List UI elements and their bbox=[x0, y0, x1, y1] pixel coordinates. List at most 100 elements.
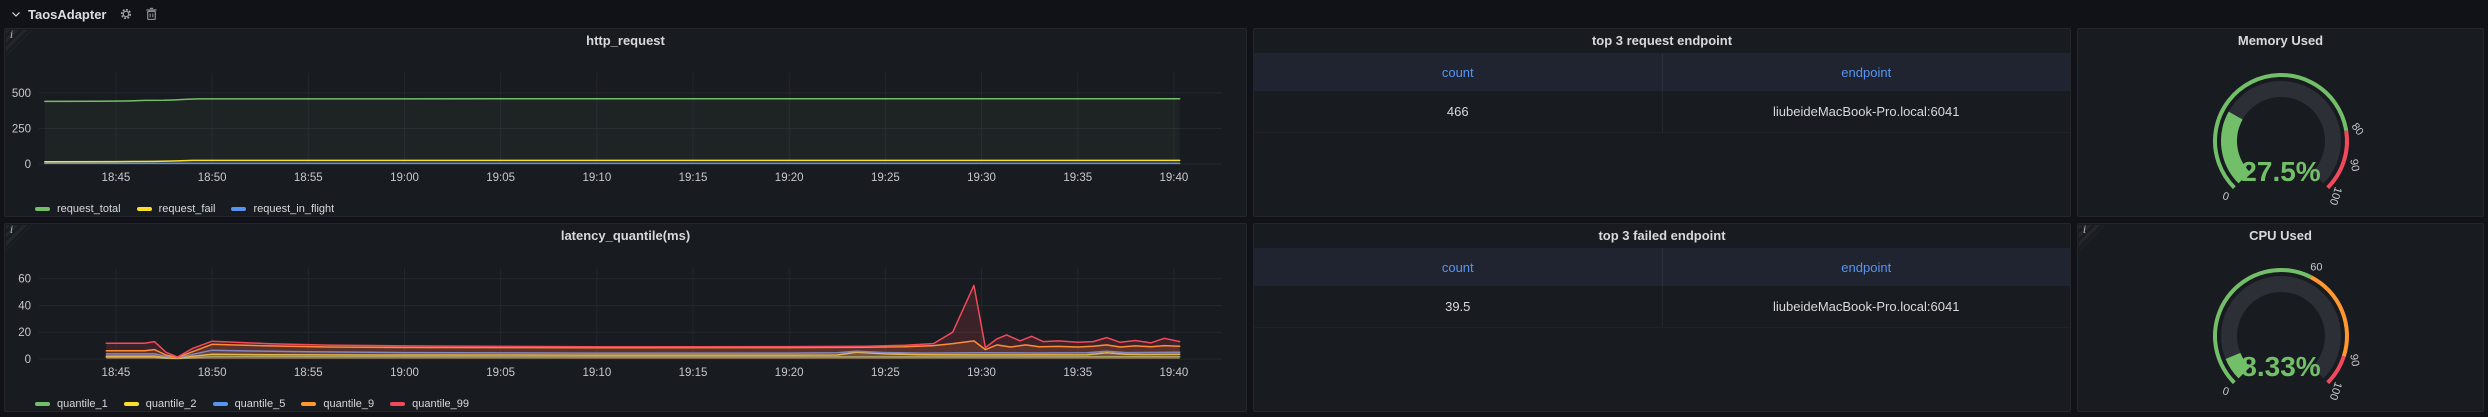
legend-item-quantile_2[interactable]: quantile_2 bbox=[124, 398, 197, 410]
legend-label: request_fail bbox=[159, 203, 216, 215]
dashboard-row-header: TaosAdapter bbox=[0, 0, 2488, 28]
panel-title[interactable]: top 3 failed endpoint bbox=[1254, 224, 2070, 248]
legend-label: request_in_flight bbox=[253, 203, 334, 215]
info-i-glyph: i bbox=[10, 225, 13, 236]
panel-title[interactable]: latency_quantile(ms) bbox=[5, 224, 1246, 248]
x-axis-tick-label: 19:10 bbox=[582, 172, 611, 184]
row-collapse-toggle[interactable]: TaosAdapter bbox=[10, 7, 107, 22]
x-axis-tick-label: 19:25 bbox=[871, 367, 900, 379]
table-row: 39.5 liubeideMacBook-Pro.local:6041 bbox=[1254, 286, 2070, 328]
legend-swatch bbox=[35, 207, 50, 211]
gauge-container: 0809010027.5% bbox=[2078, 55, 2483, 215]
chart-legend: request_total request_fail request_in_flig… bbox=[5, 199, 1246, 217]
legend-item-quantile_9[interactable]: quantile_9 bbox=[301, 398, 374, 410]
x-axis-tick-label: 19:15 bbox=[679, 172, 708, 184]
trash-icon[interactable] bbox=[145, 7, 158, 21]
panel-top-request-endpoint: top 3 request endpoint count endpoint 46… bbox=[1253, 28, 2071, 217]
x-axis-tick-label: 19:00 bbox=[390, 367, 419, 379]
legend-label: request_total bbox=[57, 203, 121, 215]
y-axis-tick-label: 250 bbox=[12, 123, 31, 135]
panel-title[interactable]: Memory Used bbox=[2078, 29, 2483, 53]
gauge-tick-label: 0 bbox=[2221, 384, 2231, 397]
x-axis-tick-label: 19:40 bbox=[1160, 172, 1189, 184]
table-cell-endpoint: liubeideMacBook-Pro.local:6041 bbox=[1662, 286, 2071, 327]
x-axis-tick-label: 19:15 bbox=[679, 367, 708, 379]
panel-cpu-used: i CPU Used 060901008.33% bbox=[2077, 223, 2484, 412]
memory-gauge: 0809010027.5% bbox=[2151, 55, 2411, 207]
legend-swatch bbox=[231, 207, 246, 211]
x-axis-tick-label: 19:30 bbox=[967, 172, 996, 184]
gauge-tick-label: 60 bbox=[2310, 262, 2322, 274]
table-header-endpoint[interactable]: endpoint bbox=[1662, 53, 2071, 91]
table-header-row: count endpoint bbox=[1254, 53, 2070, 91]
panel-title[interactable]: top 3 request endpoint bbox=[1254, 29, 2070, 53]
x-axis-tick-label: 19:35 bbox=[1063, 172, 1092, 184]
gauge-value-text: 8.33% bbox=[2241, 351, 2320, 382]
x-axis-tick-label: 19:05 bbox=[486, 172, 515, 184]
table-cell-endpoint: liubeideMacBook-Pro.local:6041 bbox=[1662, 91, 2071, 132]
table-cell-count: 466 bbox=[1254, 91, 1662, 132]
table-header-row: count endpoint bbox=[1254, 248, 2070, 286]
legend-label: quantile_2 bbox=[146, 398, 197, 410]
x-axis-tick-label: 18:45 bbox=[102, 172, 131, 184]
x-axis-tick-label: 19:25 bbox=[871, 172, 900, 184]
x-axis-tick-label: 19:35 bbox=[1063, 367, 1092, 379]
x-axis-tick-label: 19:10 bbox=[582, 367, 611, 379]
x-axis-tick-label: 18:45 bbox=[102, 367, 131, 379]
legend-swatch bbox=[301, 402, 316, 406]
panel-top-failed-endpoint: top 3 failed endpoint count endpoint 39.… bbox=[1253, 223, 2071, 412]
gauge-value-text: 27.5% bbox=[2241, 156, 2320, 187]
legend-swatch bbox=[137, 207, 152, 211]
cpu-gauge: 060901008.33% bbox=[2151, 250, 2411, 402]
http-request-chart[interactable]: 18:4518:5018:5519:0019:0519:1019:1519:20… bbox=[5, 53, 1244, 194]
legend-item-request_fail[interactable]: request_fail bbox=[137, 203, 216, 215]
y-axis-tick-label: 20 bbox=[18, 327, 31, 339]
panel-title[interactable]: http_request bbox=[5, 29, 1246, 53]
x-axis-tick-label: 19:20 bbox=[775, 367, 804, 379]
y-axis-tick-label: 0 bbox=[25, 159, 31, 171]
legend-label: quantile_99 bbox=[412, 398, 469, 410]
table-row: 466 liubeideMacBook-Pro.local:6041 bbox=[1254, 91, 2070, 133]
legend-swatch bbox=[213, 402, 228, 406]
legend-swatch bbox=[124, 402, 139, 406]
table-header-count[interactable]: count bbox=[1254, 53, 1662, 91]
y-axis-tick-label: 0 bbox=[25, 354, 31, 366]
gauge-tick-label: 0 bbox=[2221, 189, 2231, 202]
info-i-glyph: i bbox=[10, 30, 13, 41]
series-fill-quantile_99 bbox=[106, 285, 1179, 359]
x-axis-tick-label: 19:00 bbox=[390, 172, 419, 184]
x-axis-tick-label: 18:55 bbox=[294, 172, 323, 184]
legend-item-quantile_1[interactable]: quantile_1 bbox=[35, 398, 108, 410]
legend-label: quantile_1 bbox=[57, 398, 108, 410]
table-cell-count: 39.5 bbox=[1254, 286, 1662, 327]
x-axis-tick-label: 19:40 bbox=[1160, 367, 1189, 379]
chevron-down-icon bbox=[10, 8, 22, 20]
panel-http-request: i http_request 18:45 18:50 18:55 19:00 19:05… bbox=[4, 28, 1247, 217]
x-axis-tick-label: 19:30 bbox=[967, 367, 996, 379]
panel-title[interactable]: CPU Used bbox=[2078, 224, 2483, 248]
latency-quantile-chart[interactable]: 18:4518:5018:5519:0019:0519:1019:1519:20… bbox=[5, 248, 1244, 389]
y-axis-tick-label: 500 bbox=[12, 88, 31, 100]
legend-swatch bbox=[390, 402, 405, 406]
x-axis-tick-label: 18:50 bbox=[198, 367, 227, 379]
panel-grid: i http_request 18:45 18:50 18:55 19:00 19:05… bbox=[0, 28, 2488, 412]
legend-swatch bbox=[35, 402, 50, 406]
gear-icon[interactable] bbox=[119, 7, 133, 21]
chart-legend: quantile_1 quantile_2 quantile_5 quantile_9… bbox=[5, 394, 1246, 412]
panel-memory-used: Memory Used 0809010027.5% bbox=[2077, 28, 2484, 217]
info-i-glyph: i bbox=[2083, 225, 2086, 236]
legend-item-request_in_flight[interactable]: request_in_flight bbox=[231, 203, 334, 215]
y-axis-tick-label: 40 bbox=[18, 300, 31, 312]
gauge-threshold-arc bbox=[2343, 131, 2346, 162]
gauge-tick-label: 90 bbox=[2347, 353, 2361, 367]
table-header-endpoint[interactable]: endpoint bbox=[1662, 248, 2071, 286]
gauge-tick-label: 80 bbox=[2348, 121, 2365, 138]
table-header-count[interactable]: count bbox=[1254, 248, 1662, 286]
legend-item-quantile_99[interactable]: quantile_99 bbox=[390, 398, 469, 410]
gauge-tick-label: 90 bbox=[2347, 158, 2361, 172]
x-axis-tick-label: 18:50 bbox=[198, 172, 227, 184]
legend-item-quantile_5[interactable]: quantile_5 bbox=[213, 398, 286, 410]
legend-item-request_total[interactable]: request_total bbox=[35, 203, 121, 215]
row-title: TaosAdapter bbox=[28, 7, 107, 22]
x-axis-tick-label: 18:55 bbox=[294, 367, 323, 379]
